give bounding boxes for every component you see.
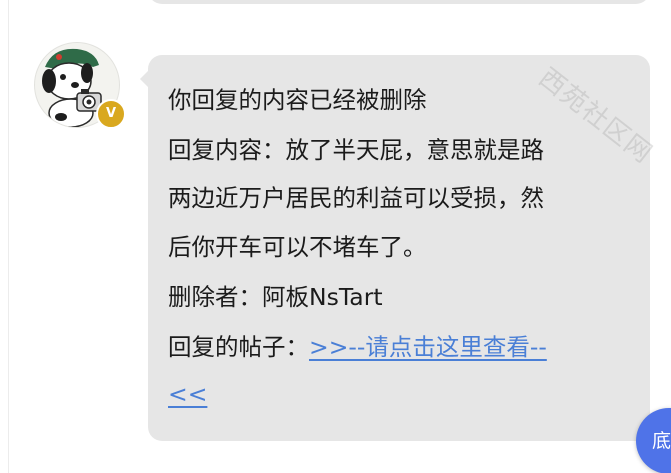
message-line-content-3: 后你开车可以不堵车了。 — [168, 233, 427, 261]
message-line-notice: 你回复的内容已经被删除 — [168, 86, 427, 114]
message-line-content-1: 回复内容：放了半天屁，意思就是路 — [168, 136, 544, 164]
chat-screen: V 你回复的内容已经被删除 回复内容：放了半天屁，意思就是路 两边近万户居民的利… — [0, 0, 671, 473]
previous-message-bubble — [148, 0, 650, 4]
post-row: 回复的帖子：>>--请点击这里查看-- — [168, 333, 547, 361]
view-post-link[interactable]: >>--请点击这里查看-- — [309, 333, 547, 361]
verified-badge-icon: V — [96, 99, 126, 129]
left-divider — [8, 0, 9, 473]
view-post-link-end[interactable]: << — [168, 380, 207, 408]
message-line-content-2: 两边近万户居民的利益可以受损，然 — [168, 184, 544, 212]
post-label: 回复的帖子： — [168, 333, 309, 361]
message-line-deleter: 删除者：阿板NsTart — [168, 283, 383, 311]
post-row-continued: << — [168, 380, 207, 408]
